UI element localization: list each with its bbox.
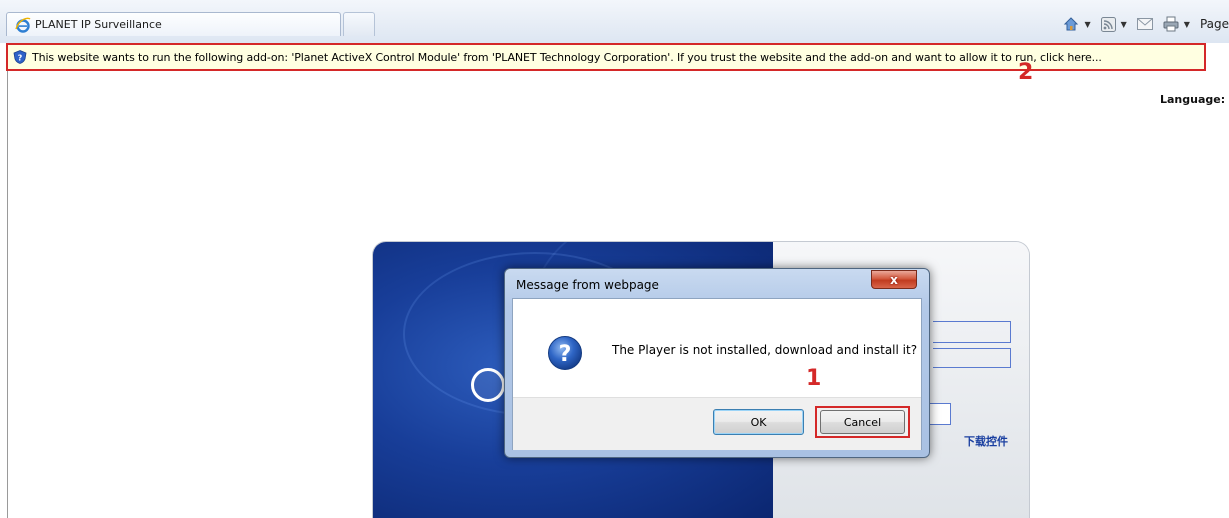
new-tab-button[interactable] [343, 12, 375, 36]
message-dialog: Message from webpage x ? The Player is n… [504, 268, 930, 458]
language-label: Language: [1160, 93, 1226, 106]
username-input[interactable] [933, 321, 1011, 322]
page-menu-label: Page [1199, 17, 1229, 31]
home-button[interactable]: ▼ [1063, 16, 1091, 32]
annotation-marker-1: 1 [806, 366, 822, 391]
command-bar: ▼ ▼ ▼ Page [1063, 14, 1229, 34]
internet-explorer-icon [15, 17, 31, 33]
cancel-button[interactable]: Cancel [820, 410, 905, 434]
page-menu-button[interactable]: Page [1200, 17, 1229, 31]
page-border [7, 71, 8, 518]
question-icon: ? [548, 336, 582, 370]
print-button[interactable]: ▼ [1163, 16, 1190, 32]
feeds-icon [1100, 16, 1116, 32]
username-input-border [1010, 321, 1011, 343]
chevron-down-icon[interactable]: ▼ [1184, 20, 1190, 29]
dialog-body: ? The Player is not installed, download … [512, 298, 922, 450]
password-input-border [933, 367, 1011, 368]
tab-title: PLANET IP Surveillance [35, 18, 162, 31]
svg-text:?: ? [18, 54, 23, 63]
dialog-title: Message from webpage [516, 278, 659, 292]
home-icon [1064, 17, 1079, 31]
chevron-down-icon[interactable]: ▼ [1121, 20, 1127, 29]
username-input-border [933, 342, 1011, 343]
cancel-highlight-box: Cancel [815, 406, 910, 438]
close-icon: x [890, 272, 898, 287]
dialog-close-button[interactable]: x [871, 270, 917, 289]
chevron-down-icon[interactable]: ▼ [1084, 20, 1090, 29]
password-input[interactable] [933, 348, 1011, 349]
print-icon [1163, 16, 1179, 32]
dialog-button-row: OK Cancel [513, 397, 921, 450]
feeds-button[interactable]: ▼ [1100, 16, 1127, 32]
dialog-message: The Player is not installed, download an… [612, 343, 918, 357]
ok-button[interactable]: OK [713, 409, 804, 435]
read-mail-button[interactable] [1136, 18, 1153, 30]
browser-tab[interactable]: PLANET IP Surveillance [6, 12, 341, 36]
planet-logo [471, 368, 505, 402]
download-control-link[interactable]: 下载控件 [964, 433, 1008, 449]
read-mail-icon [1136, 18, 1153, 30]
shield-info-icon: ? [13, 50, 27, 64]
infobar-message: This website wants to run the following … [32, 50, 1102, 64]
browser-tab-strip: PLANET IP Surveillance ▼ ▼ ▼ Page [0, 0, 1229, 43]
svg-text:?: ? [559, 342, 572, 367]
annotation-marker-2: 2 [1018, 60, 1034, 85]
password-input-border [1010, 348, 1011, 368]
login-button[interactable] [929, 403, 951, 425]
